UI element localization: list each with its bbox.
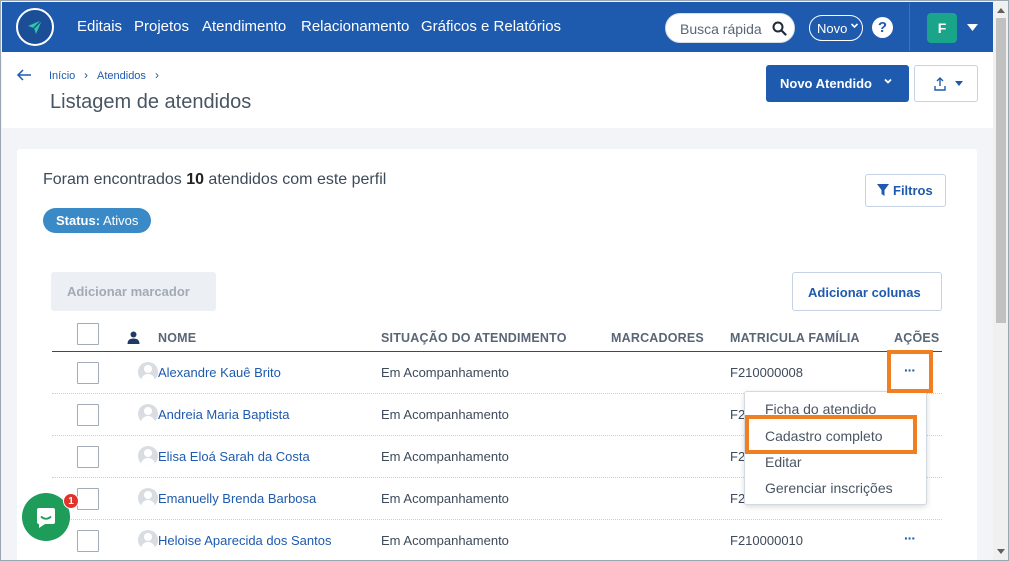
row-nome-link[interactable]: Elisa Eloá Sarah da Costa (158, 449, 310, 464)
row-nome-link[interactable]: Heloise Aparecida dos Santos (158, 533, 331, 548)
nav-graficos-relatorios[interactable]: Gráficos e Relatórios (421, 18, 561, 35)
row-situacao: Em Acompanhamento (381, 491, 509, 506)
menu-item-editar[interactable]: Editar (765, 454, 802, 470)
chevron-down-icon (850, 23, 859, 29)
select-all-checkbox[interactable] (77, 323, 99, 345)
row-nome-link[interactable]: Emanuelly Brenda Barbosa (158, 491, 316, 506)
novo-dropdown-button[interactable]: Novo (809, 15, 863, 41)
avatar-placeholder-icon (138, 530, 158, 550)
adicionar-marcador-label: Adicionar marcador (67, 284, 190, 299)
breadcrumb-separator-icon: › (155, 68, 159, 82)
row-matricula: F2 (730, 449, 746, 464)
table-row: Alexandre Kauê Brito Em Acompanhamento F… (52, 352, 942, 394)
breadcrumb-atendidos[interactable]: Atendidos (97, 70, 146, 82)
column-header-nome[interactable]: NOME (158, 331, 196, 345)
novo-atendido-button[interactable]: Novo Atendido (766, 65, 909, 102)
table-row: Heloise Aparecida dos Santos Em Acompanh… (52, 520, 942, 560)
chat-notification-badge: 1 (63, 493, 79, 509)
app-window: Editais Projetos Atendimento Relacioname… (0, 0, 1009, 561)
results-count: 10 (186, 171, 204, 188)
page-title: Listagem de atendidos (50, 91, 252, 113)
logo-icon[interactable] (16, 8, 54, 46)
avatar-placeholder-icon (138, 446, 158, 466)
status-filter-badge[interactable]: Status: Ativos (43, 208, 152, 233)
nav-divider (909, 3, 910, 51)
breadcrumb-separator-icon: › (84, 68, 88, 82)
row-checkbox[interactable] (77, 446, 99, 468)
page-header: Início › Atendidos › Listagem de atendid… (2, 52, 993, 128)
nav-projetos[interactable]: Projetos (134, 18, 189, 35)
menu-item-gerenciar-inscricoes[interactable]: Gerenciar inscrições (765, 480, 893, 496)
row-nome-link[interactable]: Alexandre Kauê Brito (158, 365, 281, 380)
back-arrow-icon[interactable] (16, 68, 32, 82)
avatar-placeholder-icon (138, 488, 158, 508)
highlight-cadastro-completo (745, 415, 917, 454)
novo-label: Novo (817, 21, 848, 36)
adicionar-colunas-label: Adicionar colunas (808, 285, 921, 300)
row-checkbox[interactable] (77, 404, 99, 426)
row-matricula: F2 (730, 491, 746, 506)
export-icon (934, 77, 946, 91)
filtros-button[interactable]: Filtros (865, 174, 946, 207)
row-actions-menu-icon[interactable]: ··· (904, 530, 916, 546)
avatar-placeholder-icon (138, 404, 158, 424)
column-header-matricula[interactable]: MATRICULA FAMÍLIA (730, 331, 860, 345)
breadcrumb-inicio[interactable]: Início (49, 70, 75, 82)
row-situacao: Em Acompanhamento (381, 407, 509, 422)
adicionar-colunas-button[interactable]: Adicionar colunas (792, 272, 942, 311)
export-dropdown-button[interactable] (914, 65, 978, 102)
column-header-situacao[interactable]: SITUAÇÃO DO ATENDIMENTO (381, 331, 567, 345)
quick-search-placeholder: Busca rápida (680, 21, 762, 37)
column-header-acoes: AÇÕES (894, 331, 940, 345)
row-checkbox[interactable] (77, 488, 99, 510)
row-matricula: F2 (730, 407, 746, 422)
nav-atendimento[interactable]: Atendimento (202, 18, 286, 35)
person-icon (127, 331, 140, 344)
scroll-up-arrow-icon[interactable] (997, 8, 1005, 13)
row-checkbox[interactable] (77, 362, 99, 384)
chevron-down-icon (884, 78, 892, 84)
row-matricula: F210000010 (730, 533, 804, 548)
user-avatar[interactable]: F (927, 13, 957, 43)
novo-atendido-label: Novo Atendido (780, 76, 872, 91)
vertical-scrollbar[interactable] (993, 2, 1008, 560)
scrollbar-thumb[interactable] (996, 18, 1006, 323)
row-situacao: Em Acompanhamento (381, 365, 509, 380)
avatar-placeholder-icon (138, 362, 158, 382)
filter-icon (877, 184, 889, 196)
row-matricula: F210000008 (730, 365, 804, 380)
row-checkbox[interactable] (77, 530, 99, 552)
scroll-down-arrow-icon[interactable] (997, 549, 1005, 554)
quick-search-input[interactable]: Busca rápida (665, 13, 795, 43)
nav-editais[interactable]: Editais (77, 18, 122, 35)
highlight-actions-button (887, 350, 933, 393)
row-situacao: Em Acompanhamento (381, 449, 509, 464)
help-icon[interactable]: ? (872, 17, 893, 38)
filtros-label: Filtros (893, 183, 933, 198)
column-header-marcadores[interactable]: MARCADORES (611, 331, 704, 345)
results-summary: Foram encontrados 10 atendidos com este … (43, 171, 387, 188)
user-menu-caret-icon[interactable] (967, 24, 978, 31)
search-icon (772, 21, 787, 36)
row-situacao: Em Acompanhamento (381, 533, 509, 548)
adicionar-marcador-button[interactable]: Adicionar marcador (51, 272, 216, 311)
nav-relacionamento[interactable]: Relacionamento (301, 18, 409, 35)
chat-icon (37, 508, 55, 528)
top-nav: Editais Projetos Atendimento Relacioname… (2, 2, 993, 52)
caret-down-icon (955, 81, 963, 86)
row-nome-link[interactable]: Andreia Maria Baptista (158, 407, 290, 422)
